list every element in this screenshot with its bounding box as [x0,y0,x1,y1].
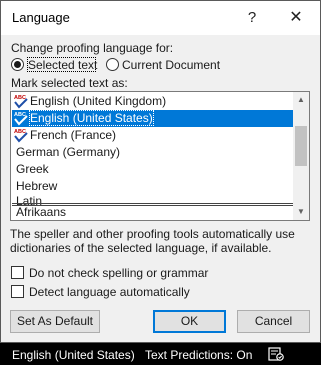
radio-current-document-label[interactable]: Current Document [122,58,220,72]
spellcheck-icon: ABC [14,129,28,143]
status-text-predictions[interactable]: Text Predictions: On [145,348,252,362]
list-item-label: English (United States) [29,110,154,126]
title-bar: Language ? ✕ [1,1,320,35]
page: Language ? ✕ Change proofing language fo… [0,0,321,365]
list-item-selected[interactable]: ABC English (United States) [12,110,294,127]
list-item-label: Greek [16,162,49,176]
radio-selected-text[interactable] [11,58,24,71]
radio-selected-text-label[interactable]: Selected text [28,58,97,72]
list-item[interactable]: German (Germany) [12,144,294,161]
detect-language-label[interactable]: Detect language automatically [29,285,190,299]
list-item[interactable]: Greek [12,161,294,178]
list-item[interactable]: ABC English (United Kingdom) [12,93,294,110]
close-button[interactable]: ✕ [282,6,310,30]
radio-dot [14,61,21,68]
list-item[interactable]: Afrikaans [12,204,294,220]
no-check-checkbox[interactable] [11,266,24,279]
ok-button[interactable]: OK [153,310,226,333]
list-item-label: Afrikaans [16,205,67,219]
status-language[interactable]: English (United States) [12,348,135,362]
description-text: The speller and other proofing tools aut… [10,227,295,255]
status-bar: English (United States) Text Predictions… [0,343,321,365]
list-item-label: Hebrew [16,179,58,193]
list-item-label: German (Germany) [16,145,121,159]
proofing-label: Change proofing language for: [11,41,174,55]
scroll-up-icon[interactable]: ▲ [293,92,309,108]
svg-text:ABC: ABC [14,112,26,118]
set-as-default-button[interactable]: Set As Default [10,310,100,333]
spellcheck-icon: ABC [14,95,28,109]
svg-text:ABC: ABC [14,95,26,101]
language-dialog: Language ? ✕ Change proofing language fo… [0,0,321,343]
list-item[interactable]: Hebrew [12,178,294,195]
scroll-down-icon[interactable]: ▼ [293,204,309,220]
list-item-label: English (United Kingdom) [30,94,167,108]
svg-text:ABC: ABC [14,129,26,135]
list-item-label: French (France) [30,128,117,142]
dialog-title: Language [12,10,70,25]
accessibility-check-icon[interactable] [268,347,284,361]
help-button[interactable]: ? [241,6,263,30]
no-check-label[interactable]: Do not check spelling or grammar [29,266,208,280]
list-item[interactable]: ABC French (France) [12,127,294,144]
scroll-thumb[interactable] [295,126,307,166]
detect-language-checkbox[interactable] [11,285,24,298]
mark-label: Mark selected text as: [11,76,128,90]
language-list[interactable]: ABC English (United Kingdom) ABC English… [10,91,310,221]
list-scrollbar[interactable]: ▲ ▼ [293,92,309,220]
radio-current-document[interactable] [106,58,119,71]
spellcheck-icon: ABC [14,112,28,126]
cancel-button[interactable]: Cancel [237,310,310,333]
